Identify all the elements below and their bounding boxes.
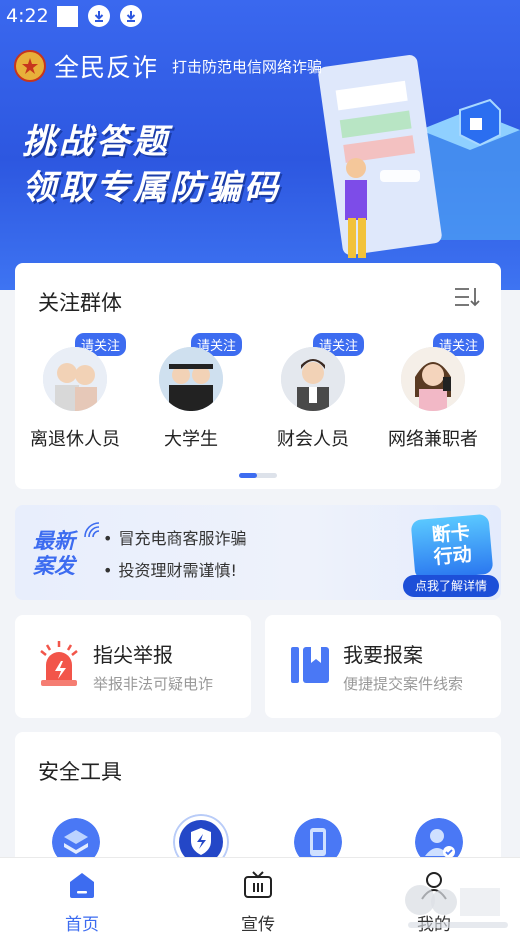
home-icon xyxy=(70,873,94,898)
safety-tools-title: 安全工具 xyxy=(38,760,122,784)
case-title: 我要报案 xyxy=(343,643,423,667)
tv-icon xyxy=(244,871,272,898)
safety-tools-card: 安全工具 xyxy=(15,732,501,872)
latest-cases-tag: 最新 案发 xyxy=(33,529,75,579)
avatar-students xyxy=(159,347,223,411)
case-subtitle: 便捷提交案件线索 xyxy=(343,675,464,693)
report-card[interactable]: 指尖举报 举报非法可疑电诈 xyxy=(15,615,251,718)
sort-list-icon[interactable] xyxy=(453,285,481,309)
group-label: 离退休人员 xyxy=(30,429,120,450)
focus-groups-title: 关注群体 xyxy=(38,291,122,315)
news-item[interactable]: 投资理财需谨慎! xyxy=(103,557,246,581)
nav-home[interactable]: 首页 xyxy=(42,870,122,935)
latest-cases-card[interactable]: 最新 案发 冒充电商客服诈骗 投资理财需谨慎! 断卡 行动 点我了解详情 xyxy=(15,505,501,600)
latest-cases-tag-line1: 最新 xyxy=(33,529,75,553)
group-item-part-timers[interactable]: 请关注 网络兼职者 xyxy=(373,333,493,451)
banner-headline-1: 挑战答题 xyxy=(22,122,170,162)
avatar-retirees xyxy=(43,347,107,411)
latest-cases-tag-line2: 案发 xyxy=(33,554,75,578)
hero-banner[interactable]: 全民反诈 打击防范电信网络诈骗 挑战答题 领取专属防骗码 xyxy=(0,0,520,290)
site-watermark-logo xyxy=(405,885,508,928)
latest-cases-list: 冒充电商客服诈骗 投资理财需谨慎! xyxy=(103,525,246,589)
status-bar: 4:22 xyxy=(0,0,520,32)
signal-waves-icon xyxy=(84,522,100,538)
report-title: 指尖举报 xyxy=(93,643,173,667)
status-time: 4:22 xyxy=(6,5,49,27)
group-item-accountants[interactable]: 请关注 财会人员 xyxy=(253,333,373,451)
nav-promotion-label: 宣传 xyxy=(241,915,275,935)
focus-groups-card: 关注群体 请关注 离退休人员 请关注 大学生 请关注 财会人员 请关注 网络兼职… xyxy=(15,263,501,489)
case-card[interactable]: 我要报案 便捷提交案件线索 xyxy=(265,615,501,718)
learn-more-button[interactable]: 点我了解详情 xyxy=(403,575,499,597)
nav-promotion[interactable]: 宣传 xyxy=(218,870,298,935)
brand: 全民反诈 打击防范电信网络诈骗 xyxy=(14,48,322,84)
police-emblem-icon xyxy=(14,50,46,82)
pager-active-dot xyxy=(239,473,257,478)
avatar-accountants xyxy=(281,347,345,411)
news-item[interactable]: 冒充电商客服诈骗 xyxy=(103,525,246,549)
avatar-part-timers xyxy=(401,347,465,411)
banner-headline-2: 领取专属防骗码 xyxy=(22,168,281,208)
report-subtitle: 举报非法可疑电诈 xyxy=(93,675,214,693)
card-break-action-title: 断卡 行动 xyxy=(410,513,494,581)
app-slogan: 打击防范电信网络诈骗 xyxy=(172,57,323,76)
carousel-pager xyxy=(239,473,277,478)
group-item-retirees[interactable]: 请关注 离退休人员 xyxy=(15,333,135,451)
card-break-action-badge[interactable]: 断卡 行动 点我了解详情 xyxy=(399,505,503,603)
notification-square-icon xyxy=(56,5,78,27)
app-name: 全民反诈 xyxy=(54,53,159,82)
group-item-students[interactable]: 请关注 大学生 xyxy=(131,333,251,451)
nav-home-label: 首页 xyxy=(65,915,99,935)
download-icon xyxy=(119,5,142,27)
group-label: 大学生 xyxy=(164,429,218,450)
alarm-siren-icon xyxy=(40,641,78,686)
case-book-icon xyxy=(291,647,329,683)
group-label: 网络兼职者 xyxy=(388,429,478,450)
group-label: 财会人员 xyxy=(277,429,349,450)
download-icon xyxy=(87,5,110,27)
